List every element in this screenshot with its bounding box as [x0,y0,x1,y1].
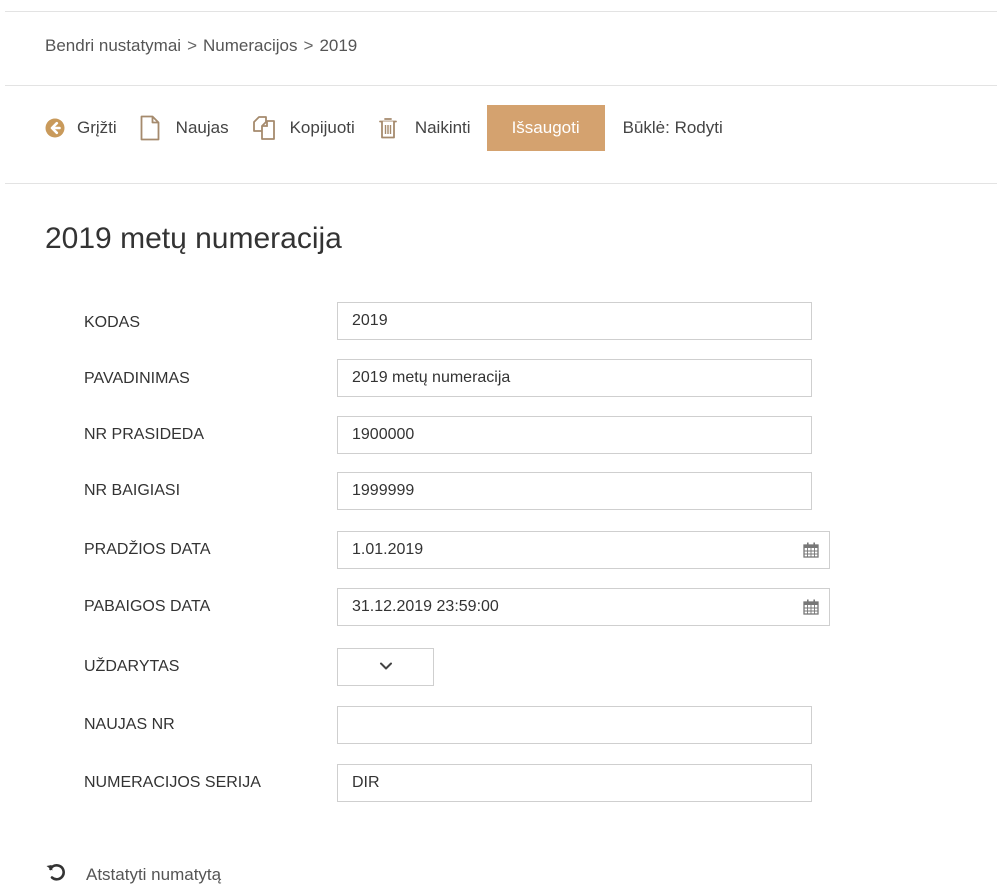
pavadinimas-label: PAVADINIMAS [84,370,190,387]
breadcrumb-item-numerations[interactable]: Numeracijos [203,36,297,55]
copy-label: Kopijuoti [289,118,355,137]
numeracijos-serija-label: NUMERACIJOS SERIJA [84,774,261,791]
delete-button[interactable]: Naikinti [378,117,471,139]
numeracijos-serija-field[interactable]: DIR [337,764,812,802]
kodas-value: 2019 [352,312,388,329]
chevron-down-icon [379,658,393,676]
uzdarytas-label: UŽDARYTAS [84,658,180,675]
breadcrumb-divider [5,85,997,86]
pavadinimas-field[interactable]: 2019 metų numeracija [337,359,812,397]
file-icon [140,115,160,141]
delete-label: Naikinti [414,118,471,137]
back-label: Grįžti [77,118,117,137]
uzdarytas-select[interactable] [337,648,434,686]
nr-prasideda-label: NR PRASIDEDA [84,426,205,443]
top-divider [5,11,997,12]
nr-prasideda-field[interactable]: 1900000 [337,416,812,454]
pavadinimas-value: 2019 metų numeracija [352,369,511,386]
breadcrumb-separator: > [187,36,198,55]
nr-baigiasi-label: NR BAIGIASI [84,482,181,499]
pradzios-data-field[interactable]: 1.01.2019 [337,531,830,569]
new-button[interactable]: Naujas [140,115,229,141]
naujas-nr-field[interactable] [337,706,812,744]
undo-icon [46,863,66,886]
calendar-icon[interactable] [793,542,829,558]
numeracijos-serija-value: DIR [352,774,380,791]
back-button[interactable]: Grįžti [45,118,117,138]
kodas-field[interactable]: 2019 [337,302,812,340]
copy-button[interactable]: Kopijuoti [252,116,355,140]
breadcrumb-separator: > [303,36,314,55]
pabaigos-data-value: 31.12.2019 23:59:00 [352,598,499,615]
reset-defaults-label: Atstatyti numatytą [86,864,222,884]
trash-icon [378,117,397,139]
toolbar: Grįžti Naujas Kopijuoti Naikinti Išsaugo… [45,105,723,151]
reset-defaults-link[interactable]: Atstatyti numatytą [46,863,221,886]
pradzios-data-label: PRADŽIOS DATA [84,541,211,558]
copy-icon [252,116,276,140]
nr-prasideda-value: 1900000 [352,426,415,443]
calendar-icon[interactable] [793,599,829,615]
breadcrumb-item-current: 2019 [319,36,358,55]
breadcrumb: Bendri nustatymai > Numeracijos >2019 [45,36,357,56]
pabaigos-data-field[interactable]: 31.12.2019 23:59:00 [337,588,830,626]
new-label: Naujas [175,118,229,137]
arrow-circle-left-icon [45,118,65,138]
pradzios-data-value: 1.01.2019 [352,541,424,558]
nr-baigiasi-value: 1999999 [352,482,415,499]
kodas-label: KODAS [84,314,141,331]
status-label[interactable]: Būklė: Rodyti [623,118,723,138]
page-title: 2019 metų numeracija [45,222,342,255]
breadcrumb-item-general-settings[interactable]: Bendri nustatymai [45,36,181,55]
toolbar-divider [5,183,997,184]
nr-baigiasi-field[interactable]: 1999999 [337,472,812,510]
naujas-nr-label: NAUJAS NR [84,716,175,733]
save-button[interactable]: Išsaugoti [486,105,605,151]
pabaigos-data-label: PABAIGOS DATA [84,598,211,615]
